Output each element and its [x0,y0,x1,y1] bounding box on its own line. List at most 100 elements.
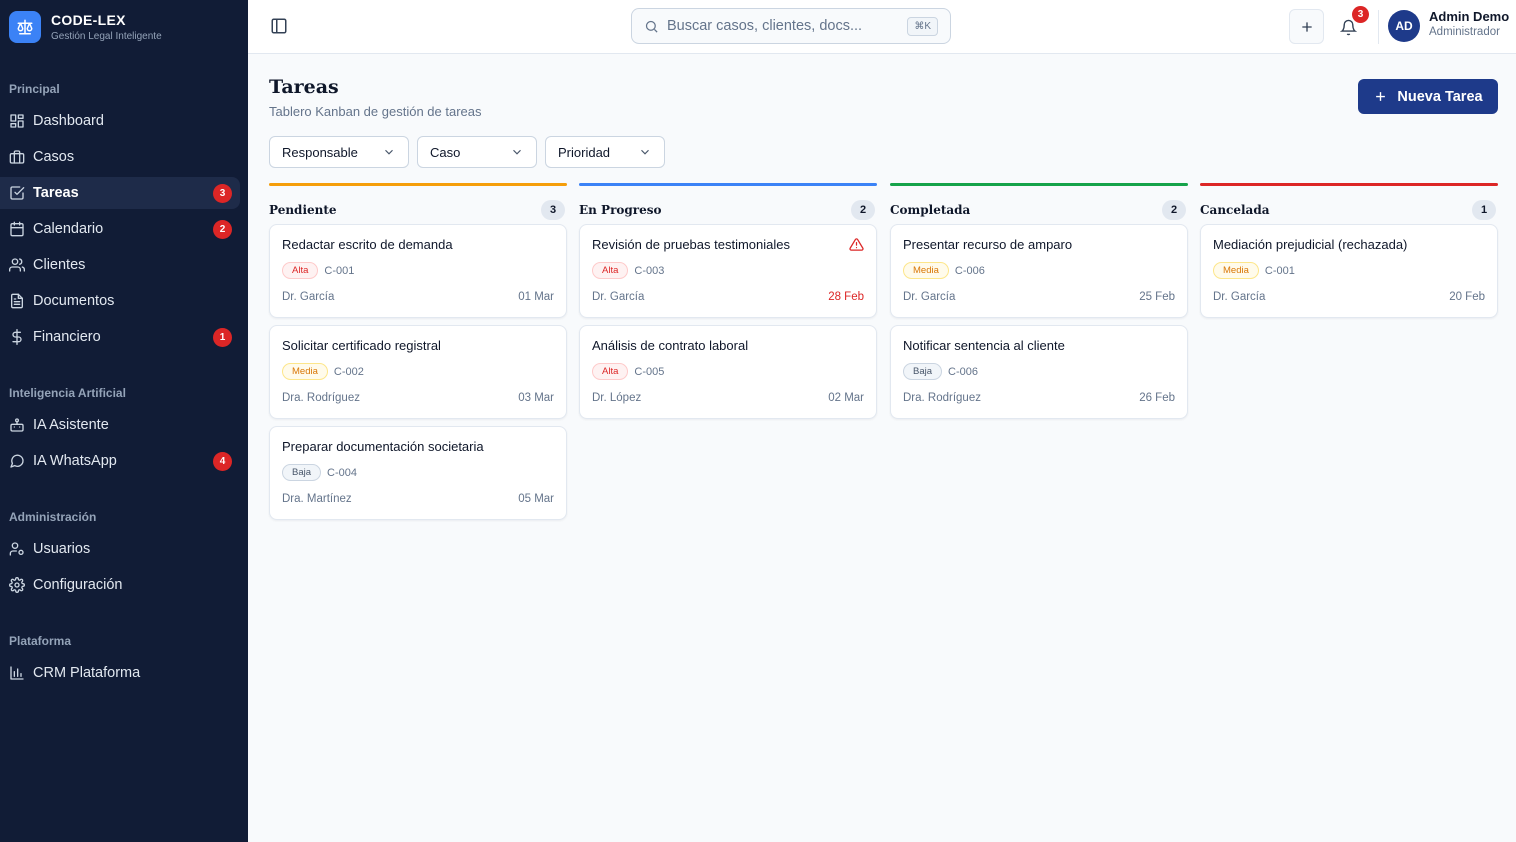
page-title: Tareas [269,76,339,98]
priority-badge: Alta [592,262,629,279]
task-card[interactable]: Solicitar certificado registral Media C-… [269,325,567,419]
plus-icon [1376,92,1386,101]
document-icon [9,293,25,309]
sidebar-item-label: Tareas [33,185,79,201]
sidebar-item-label: Financiero [33,329,101,345]
sidebar-item-label: Calendario [33,221,104,237]
sidebar-item-label: IA WhatsApp [33,453,117,469]
whatsapp-badge: 4 [213,452,232,471]
topbar-divider [1378,10,1379,44]
case-id: C-001 [324,264,355,277]
task-card[interactable]: Redactar escrito de demanda Alta C-001 D… [269,224,567,318]
assignee: Dr. García [592,291,645,303]
sidebar-item-label: Usuarios [33,541,91,557]
kanban-column-pendiente: Pendiente 3 Redactar escrito de demanda … [269,183,567,527]
case-id: C-005 [634,365,665,378]
task-card[interactable]: Revisión de pruebas testimoniales Alta C… [579,224,877,318]
filter-label: Prioridad [558,144,611,160]
brand-subtitle: Gestión Legal Inteligente [51,31,162,42]
sidebar-item-dashboard[interactable]: Dashboard [0,105,240,137]
quick-add-button[interactable] [1289,9,1324,44]
notifications-badge: 3 [1352,6,1369,23]
sidebar-item-configuracion[interactable]: Configuración [0,569,240,601]
column-count: 3 [541,200,565,220]
sidebar-item-documentos[interactable]: Documentos [0,285,240,317]
section-administracion: Administración [9,510,97,524]
due-date: 01 Mar [518,291,554,303]
column-title: En Progreso [579,203,662,217]
section-ia: Inteligencia Artificial [9,386,126,400]
due-date: 05 Mar [518,493,554,505]
sidebar-item-tareas[interactable]: Tareas 3 [0,177,240,209]
assignee: Dr. López [592,392,642,404]
column-count: 2 [851,200,875,220]
column-count: 2 [1162,200,1186,220]
filter-caso[interactable]: Caso [417,136,537,168]
assignee: Dr. García [1213,291,1266,303]
chevron-down-icon [641,149,649,155]
due-date: 25 Feb [1139,291,1175,303]
sidebar-item-ia-asistente[interactable]: IA Asistente [0,409,240,441]
task-title: Notificar sentencia al cliente [903,338,1065,353]
sidebar-item-crm-plataforma[interactable]: CRM Plataforma [0,657,240,689]
task-card[interactable]: Análisis de contrato laboral Alta C-005 … [579,325,877,419]
new-task-button[interactable]: Nueva Tarea [1358,79,1498,114]
sidebar-item-financiero[interactable]: Financiero 1 [0,321,240,353]
sidebar-item-clientes[interactable]: Clientes [0,249,240,281]
filter-responsable[interactable]: Responsable [269,136,409,168]
dollar-icon [9,329,25,345]
user-role: Administrador [1429,26,1500,38]
sidebar-item-calendario[interactable]: Calendario 2 [0,213,240,245]
users-icon [9,257,25,273]
task-card[interactable]: Preparar documentación societaria Baja C… [269,426,567,520]
kanban-column-completada: Completada 2 Presentar recurso de amparo… [890,183,1188,426]
dashboard-icon [9,113,25,129]
search-input[interactable] [667,18,897,34]
page-subtitle: Tablero Kanban de gestión de tareas [269,104,482,119]
gear-icon [9,577,25,593]
bot-icon [9,417,25,433]
search-box[interactable]: ⌘K [631,8,951,44]
avatar[interactable]: AD [1388,10,1420,42]
user-cog-icon [9,541,25,557]
sidebar-item-label: Dashboard [33,113,104,129]
column-title: Pendiente [269,203,337,217]
due-date: 20 Feb [1449,291,1485,303]
sidebar-item-ia-whatsapp[interactable]: IA WhatsApp 4 [0,445,240,477]
filter-prioridad[interactable]: Prioridad [545,136,665,168]
bell-icon [1339,19,1357,35]
priority-badge: Alta [282,262,319,279]
task-card[interactable]: Presentar recurso de amparo Media C-006 … [890,224,1188,318]
task-title: Análisis de contrato laboral [592,338,749,353]
sidebar-item-usuarios[interactable]: Usuarios [0,533,240,565]
calendar-icon [9,221,25,237]
sidebar-toggle-icon[interactable] [270,17,288,35]
sidebar-item-label: Casos [33,149,75,165]
chevron-down-icon [513,149,521,155]
warning-icon [849,237,864,252]
user-name[interactable]: Admin Demo [1429,9,1509,24]
filter-label: Caso [430,144,461,160]
briefcase-icon [9,149,25,165]
priority-badge: Media [1213,262,1259,279]
assignee: Dr. García [903,291,956,303]
task-card[interactable]: Notificar sentencia al cliente Baja C-00… [890,325,1188,419]
plus-icon [1301,21,1312,32]
assignee: Dra. Martínez [282,493,352,505]
section-plataforma: Plataforma [9,634,72,648]
sidebar-item-casos[interactable]: Casos [0,141,240,173]
sidebar-item-label: IA Asistente [33,417,109,433]
new-task-label: Nueva Tarea [1397,88,1483,105]
section-principal: Principal [9,82,60,96]
case-id: C-001 [1264,264,1295,277]
task-title: Revisión de pruebas testimoniales [592,237,790,252]
topbar: ⌘K 3 AD Admin Demo Administrador [248,0,1516,54]
priority-badge: Baja [903,363,943,380]
task-title: Redactar escrito de demanda [282,237,453,252]
kanban-column-cancelada: Cancelada 1 Mediación prejudicial (recha… [1200,183,1498,325]
brand[interactable]: CODE-LEX Gestión Legal Inteligente [0,0,248,54]
due-date: 26 Feb [1139,392,1175,404]
assignee: Dr. García [282,291,335,303]
case-id: C-004 [327,466,357,479]
task-card[interactable]: Mediación prejudicial (rechazada) Media … [1200,224,1498,318]
